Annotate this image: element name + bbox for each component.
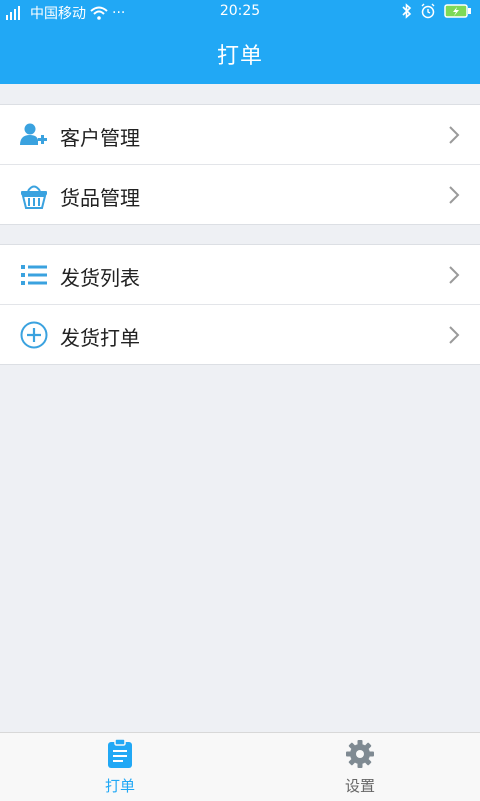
gear-icon bbox=[346, 739, 374, 769]
add-user-icon bbox=[20, 121, 48, 149]
tab-label: 打单 bbox=[104, 777, 135, 795]
page-title: 打单 bbox=[216, 44, 263, 69]
chevron-right-icon bbox=[448, 185, 460, 205]
basket-icon bbox=[20, 181, 48, 209]
menu-group-1: 客户管理 货品管理 bbox=[0, 104, 480, 225]
alarm-icon bbox=[420, 3, 436, 19]
menu-item-goods-management[interactable]: 货品管理 bbox=[0, 164, 480, 224]
tab-settings[interactable]: 设置 bbox=[240, 733, 480, 801]
clipboard-icon bbox=[106, 738, 134, 769]
status-right bbox=[402, 3, 472, 19]
chevron-right-icon bbox=[448, 125, 460, 145]
menu-item-label: 货品管理 bbox=[60, 186, 140, 210]
app-header: 中国移动 ··· 20:25 打单 bbox=[0, 0, 480, 84]
menu-item-label: 客户管理 bbox=[60, 126, 140, 150]
list-icon bbox=[20, 261, 48, 289]
menu-group-2: 发货列表 发货打单 bbox=[0, 244, 480, 365]
menu-item-shipment-list[interactable]: 发货列表 bbox=[0, 245, 480, 304]
bottom-tab-bar: 打单 设置 bbox=[0, 732, 480, 801]
battery-charging-icon bbox=[444, 4, 472, 18]
chevron-right-icon bbox=[448, 265, 460, 285]
tab-print-order[interactable]: 打单 bbox=[0, 733, 240, 801]
menu-item-customer-management[interactable]: 客户管理 bbox=[0, 105, 480, 164]
menu-item-ship-print[interactable]: 发货打单 bbox=[0, 304, 480, 364]
tab-label: 设置 bbox=[344, 777, 375, 795]
status-bar: 中国移动 ··· 20:25 bbox=[0, 0, 480, 24]
plus-circle-icon bbox=[20, 321, 48, 349]
menu-item-label: 发货列表 bbox=[60, 266, 140, 290]
menu-item-label: 发货打单 bbox=[60, 326, 140, 350]
bluetooth-icon bbox=[402, 3, 412, 19]
chevron-right-icon bbox=[448, 325, 460, 345]
